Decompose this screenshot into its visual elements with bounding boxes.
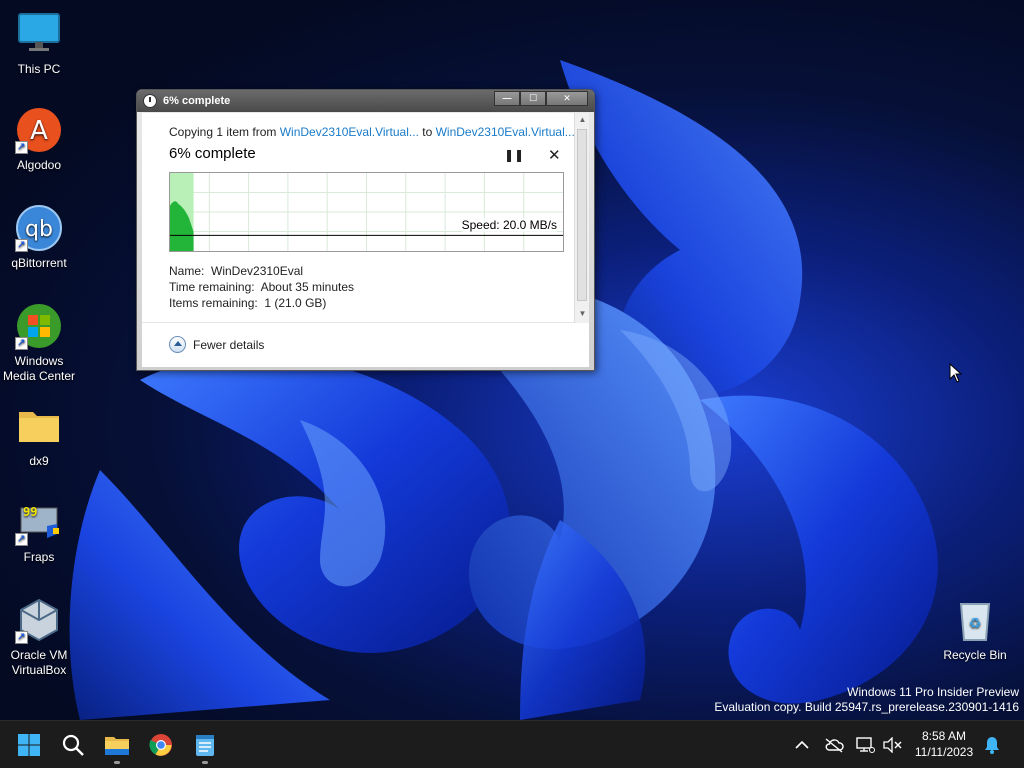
evaluation-watermark: Windows 11 Pro Insider Preview Evaluatio… (714, 685, 1019, 715)
scroll-up-icon[interactable]: ▲ (575, 115, 590, 124)
svg-text:A: A (30, 116, 48, 146)
cancel-button[interactable]: ✕ (548, 146, 561, 164)
desktop-icon-this-pc[interactable]: This PC (0, 10, 78, 77)
shortcut-arrow-icon: ↗ (15, 631, 28, 644)
desktop-icon-label: qBittorrent (11, 256, 67, 270)
pause-button[interactable]: ❚❚ (504, 148, 524, 162)
name-label: Name: (169, 264, 205, 278)
chevron-up-icon (169, 336, 186, 353)
copy-progress-dialog[interactable]: 6% complete — ☐ ✕ Copying 1 item from Wi… (136, 89, 595, 371)
shortcut-arrow-icon: ↗ (15, 239, 28, 252)
folder-icon (105, 737, 129, 755)
speed-graph: Speed: 20.0 MB/s (169, 172, 564, 252)
copy-prefix: Copying 1 item from (169, 125, 280, 139)
progress-heading: 6% complete (169, 145, 256, 162)
dialog-title-bar[interactable]: 6% complete — ☐ ✕ (137, 90, 594, 112)
scroll-down-icon[interactable]: ▼ (575, 309, 590, 318)
desktop-icon-recycle-bin[interactable]: ♻ Recycle Bin (936, 596, 1014, 663)
recycle-bin-icon: ♻ (951, 596, 999, 644)
fewer-details-button[interactable]: Fewer details (169, 336, 264, 353)
desktop-icon-label: Oracle VM VirtualBox (10, 648, 68, 677)
shortcut-arrow-icon: ↗ (15, 337, 28, 350)
clock-date: 11/11/2023 (914, 745, 974, 759)
chrome-button[interactable] (145, 729, 177, 761)
desktop-icon-label: Recycle Bin (943, 648, 1007, 662)
name-value: WinDev2310Eval (211, 264, 304, 278)
desktop-icon-label: dx9 (29, 454, 49, 468)
start-button[interactable] (13, 729, 45, 761)
desktop-icon-label: Algodoo (16, 158, 62, 172)
vertical-scrollbar[interactable]: ▲ ▼ (574, 113, 589, 323)
dialog-title: 6% complete (163, 95, 231, 107)
desktop-icon-fraps[interactable]: 99 ↗ Fraps (0, 498, 78, 565)
folder-icon (15, 402, 63, 450)
shortcut-arrow-icon: ↗ (15, 141, 28, 154)
notepad-icon (196, 735, 214, 756)
watermark-line-2: Evaluation copy. Build 25947.rs_prerelea… (714, 700, 1019, 714)
desktop-icon-algodoo[interactable]: A ↗ Algodoo (0, 106, 78, 173)
taskbar: 8:58 AM 11/11/2023 (0, 720, 1024, 768)
time-remaining-value: About 35 minutes (260, 280, 355, 294)
name-row: Name: WinDev2310Eval (169, 264, 303, 278)
items-remaining-label: Items remaining: (169, 296, 258, 310)
svg-text:qb: qb (25, 217, 53, 242)
fewer-details-label: Fewer details (193, 337, 265, 352)
desktop-icon-virtualbox[interactable]: ↗ Oracle VM VirtualBox (0, 596, 78, 678)
file-explorer-button[interactable] (101, 729, 133, 764)
volume-muted-icon (883, 737, 902, 753)
network-icon (856, 737, 875, 753)
scrollbar-thumb[interactable] (577, 129, 587, 301)
search-icon (62, 734, 84, 756)
search-button[interactable] (57, 729, 89, 761)
svg-text:99: 99 (23, 505, 37, 519)
watermark-line-1: Windows 11 Pro Insider Preview (847, 685, 1019, 699)
svg-text:♻: ♻ (969, 615, 982, 631)
chrome-icon (149, 734, 172, 756)
desktop-icon-windows-media-center[interactable]: ↗ Windows Media Center (0, 302, 78, 384)
onedrive-button[interactable] (818, 729, 850, 761)
qbittorrent-icon: qb ↗ (15, 204, 63, 252)
desktop-icon-label: This PC (17, 62, 61, 76)
clock-icon (143, 94, 157, 108)
copy-description: Copying 1 item from WinDev2310Eval.Virtu… (169, 125, 575, 139)
speed-label: Speed: 20.0 MB/s (461, 218, 557, 232)
desktop-icon-qbittorrent[interactable]: qb ↗ qBittorrent (0, 204, 78, 271)
chevron-up-icon (795, 740, 809, 749)
taskbar-clock[interactable]: 8:58 AM 11/11/2023 (908, 728, 980, 760)
mouse-cursor-icon (949, 363, 963, 383)
items-remaining-value: 1 (21.0 GB) (264, 296, 327, 310)
desktop-icon-dx9[interactable]: dx9 (0, 402, 78, 469)
bell-icon (985, 737, 999, 754)
volume-button[interactable] (876, 729, 908, 761)
clock-time: 8:58 AM (921, 729, 967, 743)
virtualbox-icon: ↗ (15, 596, 63, 644)
desktop-icon-label: Fraps (23, 550, 55, 564)
to-word: to (418, 125, 436, 139)
maximize-button[interactable]: ☐ (520, 91, 546, 106)
minimize-button[interactable]: — (494, 91, 520, 106)
running-indicator (202, 761, 208, 764)
close-button[interactable]: ✕ (546, 91, 588, 106)
source-link[interactable]: WinDev2310Eval.Virtual... (280, 125, 419, 139)
cloud-offline-icon (825, 738, 844, 753)
destination-link[interactable]: WinDev2310Eval.Virtual... (436, 125, 575, 139)
show-hidden-icons-button[interactable] (786, 729, 818, 761)
items-remaining-row: Items remaining: 1 (21.0 GB) (169, 296, 326, 310)
divider (142, 322, 576, 323)
windows-media-center-icon: ↗ (15, 302, 63, 350)
speed-graph-svg (170, 173, 563, 251)
time-remaining-row: Time remaining: About 35 minutes (169, 280, 354, 294)
notifications-button[interactable] (976, 729, 1008, 761)
running-indicator (114, 761, 120, 764)
monitor-icon (15, 10, 63, 58)
windows-logo-icon (18, 734, 40, 756)
dialog-body: Copying 1 item from WinDev2310Eval.Virtu… (142, 113, 589, 367)
notepad-button[interactable] (189, 729, 221, 764)
fraps-icon: 99 ↗ (15, 498, 63, 546)
time-remaining-label: Time remaining: (169, 280, 255, 294)
algodoo-icon: A ↗ (15, 106, 63, 154)
desktop-icon-label: Windows Media Center (2, 354, 76, 383)
shortcut-arrow-icon: ↗ (15, 533, 28, 546)
